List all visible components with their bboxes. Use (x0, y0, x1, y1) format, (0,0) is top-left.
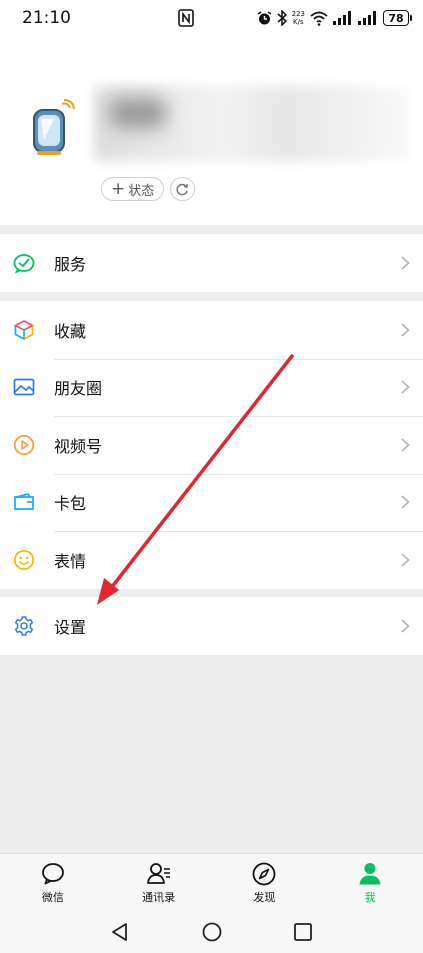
battery-indicator: 78 (383, 10, 412, 26)
recents-icon[interactable] (292, 921, 314, 943)
menu-item-cards[interactable]: 卡包 (0, 473, 423, 532)
add-status-button[interactable]: + 状态 (101, 177, 165, 201)
chevron-right-icon (401, 495, 410, 509)
menu-group-settings: 设置 (0, 597, 423, 655)
tab-label-me: 我 (364, 891, 376, 904)
chevron-right-icon (401, 438, 410, 452)
speed-value: 223 (291, 10, 305, 18)
menu-group-main: 收藏 朋友圈 视频号 卡包 表情 (0, 301, 423, 589)
menu-item-channels[interactable]: 视频号 (0, 416, 423, 474)
network-speed: 223 K/s (292, 10, 305, 26)
plus-icon: + (111, 178, 126, 199)
refresh-icon (176, 183, 188, 195)
back-icon[interactable] (109, 921, 131, 943)
profile-header[interactable]: + 状态 (0, 38, 423, 225)
bluetooth-icon (277, 10, 287, 26)
wechat-pay-icon (13, 253, 35, 274)
tab-label-discover: 发现 (253, 891, 276, 904)
signal-icon-2 (358, 11, 376, 25)
cube-icon (13, 319, 35, 341)
menu-label-favorites: 收藏 (54, 321, 87, 341)
chevron-right-icon (401, 619, 410, 633)
profile-nickname-blurred (110, 98, 166, 128)
tab-label-contacts: 通讯录 (142, 891, 176, 904)
tab-chats[interactable]: 微信 (0, 854, 106, 910)
menu-label-cards: 卡包 (54, 494, 87, 514)
tab-me[interactable]: 我 (317, 854, 423, 910)
menu-label-moments: 朋友圈 (54, 379, 103, 399)
chevron-right-icon (401, 323, 410, 337)
menu-item-favorites[interactable]: 收藏 (0, 301, 423, 359)
tab-label-chats: 微信 (41, 891, 64, 904)
menu-label-settings: 设置 (54, 617, 87, 637)
person-icon (359, 863, 381, 885)
image-icon (13, 378, 35, 396)
status-icons: 223 K/s 78 (257, 8, 412, 28)
chevron-right-icon (401, 380, 410, 394)
wifi-icon (310, 11, 328, 26)
menu-group-service: 服务 (0, 234, 423, 292)
menu-label-channels: 视频号 (54, 436, 103, 456)
speed-unit: K/s (293, 18, 304, 26)
alarm-icon (257, 10, 272, 24)
menu-label-service: 服务 (54, 254, 87, 274)
chat-bubble-icon (41, 863, 64, 885)
refresh-status-button[interactable] (170, 177, 195, 201)
wallet-icon (14, 493, 34, 511)
tab-bar: 微信 通讯录 发现 我 (0, 853, 423, 910)
home-icon[interactable] (201, 921, 223, 943)
nfc-icon (178, 9, 194, 27)
status-button-label: 状态 (128, 183, 155, 199)
smile-icon (13, 549, 35, 570)
tab-contacts[interactable]: 通讯录 (106, 854, 212, 910)
contacts-icon (146, 863, 170, 884)
chevron-right-icon (401, 256, 410, 270)
avatar[interactable] (28, 98, 76, 156)
menu-item-settings[interactable]: 设置 (0, 597, 423, 655)
gear-icon (14, 616, 34, 636)
status-bar: 21:10 223 K/s 78 (0, 0, 423, 38)
tab-discover[interactable]: 发现 (212, 854, 318, 910)
menu-item-service[interactable]: 服务 (0, 234, 423, 292)
menu-label-stickers: 表情 (54, 551, 87, 571)
play-circle-icon (13, 434, 35, 455)
chevron-right-icon (401, 553, 410, 567)
menu-item-stickers[interactable]: 表情 (0, 531, 423, 589)
compass-icon (252, 862, 276, 886)
menu-item-moments[interactable]: 朋友圈 (0, 358, 423, 417)
status-time: 21:10 (22, 8, 71, 28)
system-nav-bar (0, 910, 423, 953)
signal-icon-1 (333, 11, 351, 25)
